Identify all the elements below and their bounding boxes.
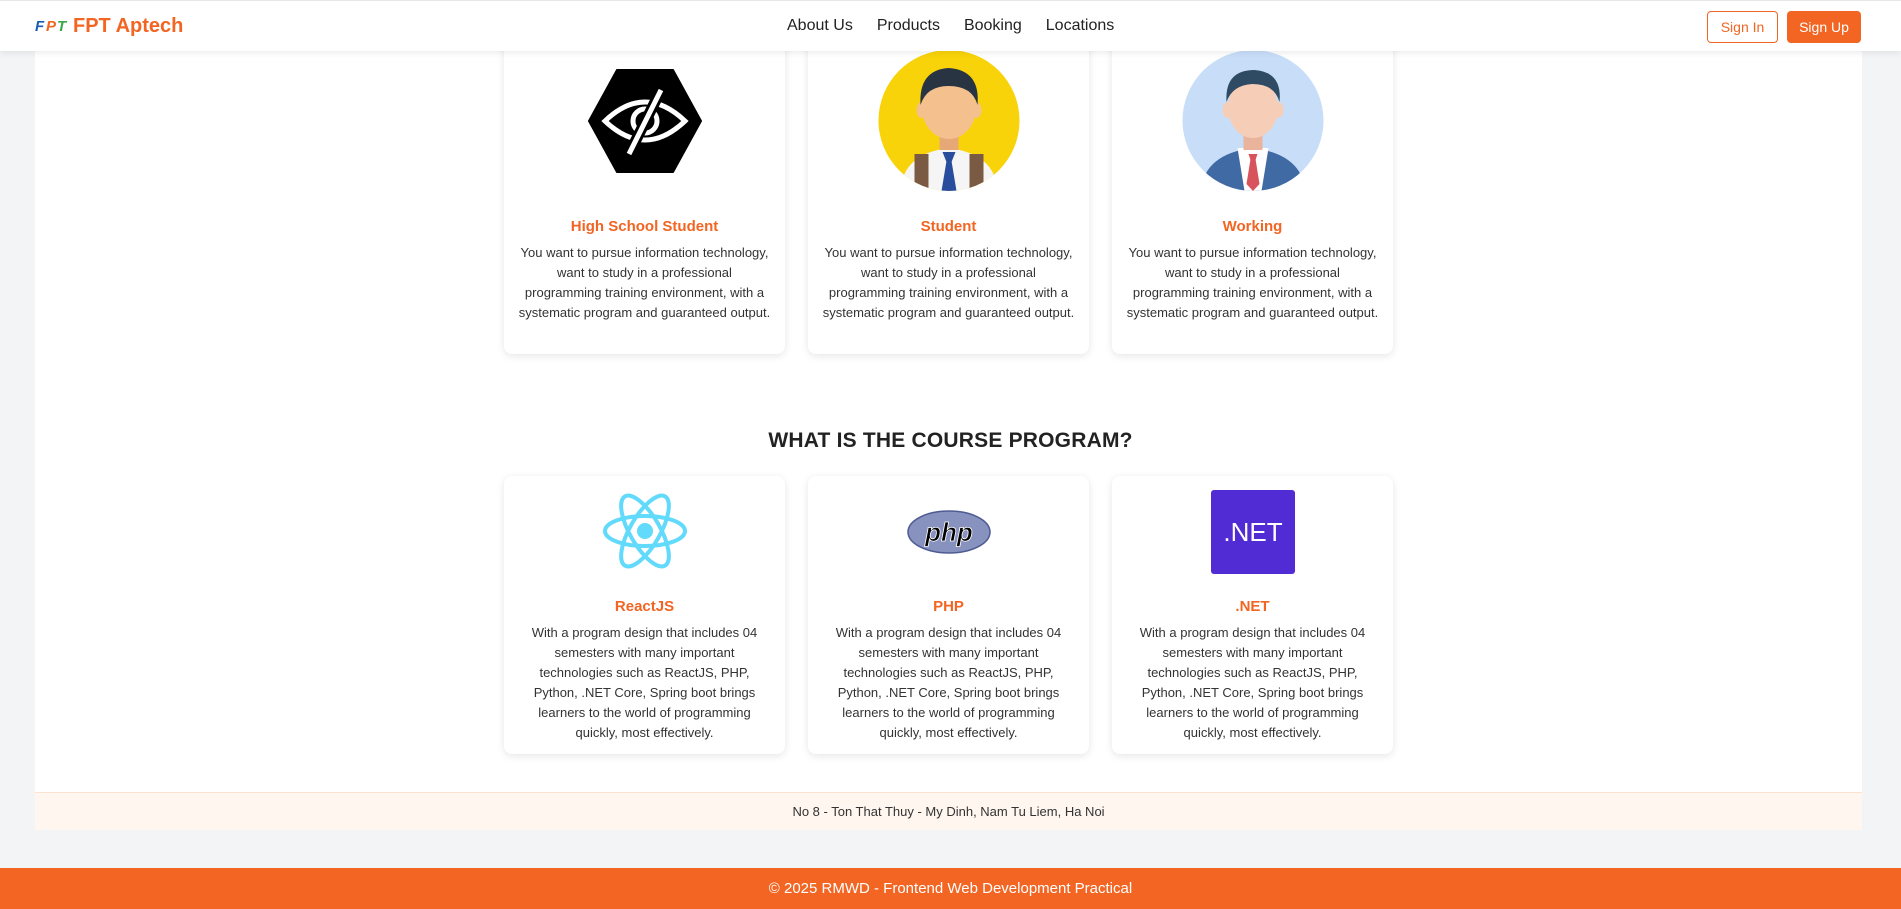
footer-copyright: © 2025 RMWD - Frontend Web Development P…: [0, 868, 1901, 909]
main-content: High School Student You want to pursue i…: [35, 0, 1862, 792]
php-icon: php: [906, 510, 991, 554]
sign-up-button[interactable]: Sign Up: [1787, 11, 1861, 43]
audience-card-student: Student You want to pursue information t…: [808, 30, 1089, 354]
card-description: You want to pursue information technolog…: [1126, 245, 1379, 320]
card-description: With a program design that includes 04 s…: [531, 625, 758, 740]
nav-products[interactable]: Products: [877, 17, 940, 35]
section-heading: WHAT IS THE COURSE PROGRAM?: [768, 429, 1133, 452]
card-title: Working: [1222, 218, 1283, 235]
card-description: With a program design that includes 04 s…: [1139, 625, 1366, 740]
card-title: ReactJS: [614, 598, 675, 615]
top-navbar: FPT FPT Aptech About Us Products Booking…: [0, 0, 1901, 51]
businessman-avatar-icon: [1182, 50, 1323, 191]
address-bar: No 8 - Ton That Thuy - My Dinh, Nam Tu L…: [35, 792, 1862, 830]
card-description: With a program design that includes 04 s…: [835, 625, 1062, 740]
eye-slash-icon: [587, 68, 703, 174]
card-title: High School Student: [570, 218, 719, 235]
card-description: You want to pursue information technolog…: [822, 245, 1075, 320]
main-nav: About Us Products Booking Locations: [787, 17, 1114, 35]
card-title: .NET: [1235, 598, 1270, 615]
brand-logo[interactable]: FPT FPT Aptech: [35, 15, 183, 38]
card-title: Student: [920, 218, 977, 235]
php-logo-text: php: [924, 517, 973, 547]
card-title: PHP: [933, 598, 964, 615]
react-icon: [602, 492, 688, 570]
card-description: You want to pursue information technolog…: [518, 245, 771, 320]
course-card-reactjs: ReactJS With a program design that inclu…: [504, 476, 785, 754]
nav-locations[interactable]: Locations: [1046, 17, 1115, 35]
course-card-dotnet: .NET .NET With a program design that inc…: [1112, 476, 1393, 754]
fpt-logo-icon: FPT: [35, 18, 67, 35]
dotnet-icon: .NET: [1210, 490, 1295, 574]
brand-name: FPT Aptech: [73, 15, 184, 37]
nav-booking[interactable]: Booking: [964, 17, 1022, 35]
sign-in-button[interactable]: Sign In: [1707, 11, 1778, 43]
dotnet-logo-text: .NET: [1223, 517, 1282, 547]
audience-card-high-school: High School Student You want to pursue i…: [504, 30, 785, 354]
nav-about-us[interactable]: About Us: [787, 17, 853, 35]
course-card-php: php PHP With a program design that inclu…: [808, 476, 1089, 754]
student-avatar-icon: [878, 50, 1019, 191]
audience-card-working: Working You want to pursue information t…: [1112, 30, 1393, 354]
